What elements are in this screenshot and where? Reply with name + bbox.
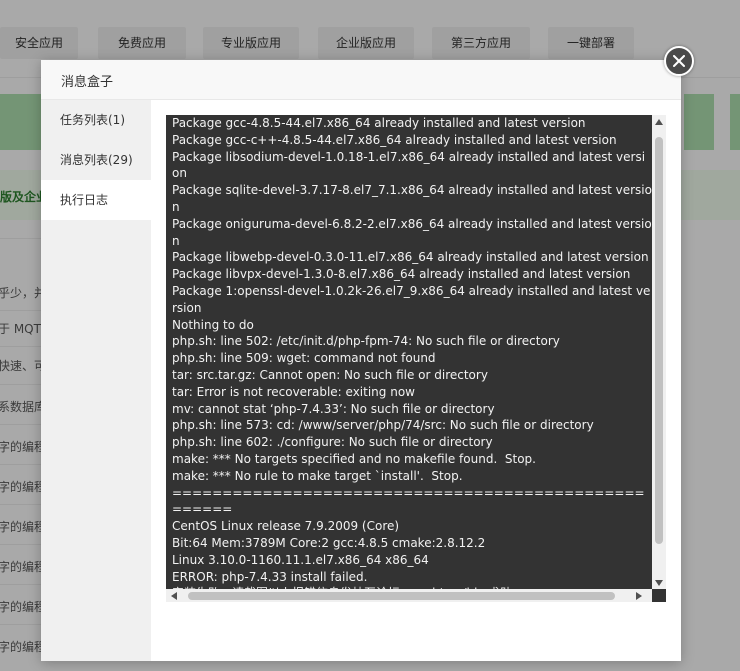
arrow-right-icon[interactable] — [636, 592, 642, 600]
arrow-down-icon[interactable] — [655, 580, 663, 586]
log-line: Package gcc-4.8.5-44.el7.x86_64 already … — [172, 116, 586, 130]
arrow-up-icon[interactable] — [655, 119, 663, 125]
log-line: php.sh: line 602: ./configure: No such f… — [172, 435, 493, 450]
log-line: Package sqlite-devel-3.7.17-8.el7_7.1.x8… — [172, 183, 652, 214]
log-line: tar: Error is not recoverable: exiting n… — [172, 384, 415, 399]
dialog-sidebar: 任务列表(1) 消息列表(29) 执行日志 — [41, 100, 151, 661]
log-line: tar: src.tar.gz: Cannot open: No such fi… — [172, 367, 488, 382]
log-line: make: *** No rule to make target `instal… — [172, 468, 463, 483]
log-line: Package libwebp-devel-0.3.0-11.el7.x86_6… — [172, 250, 649, 265]
log-line: Package libvpx-devel-1.3.0-8.el7.x86_64 … — [172, 267, 631, 282]
log-line: php.sh: line 509: wget: command not foun… — [172, 351, 436, 366]
close-icon — [673, 55, 685, 67]
horizontal-scroll-thumb[interactable] — [188, 592, 615, 600]
log-line: Linux 3.10.0-1160.11.1.el7.x86_64 x86_64 — [172, 552, 429, 567]
sidebar-item-message-list[interactable]: 消息列表(29) — [41, 140, 151, 180]
log-line: mv: cannot stat ‘php-7.4.33’: No such fi… — [172, 401, 495, 416]
close-button[interactable] — [664, 46, 694, 76]
log-output: Package gcc-4.8.5-44.el7.x86_64 already … — [172, 115, 652, 597]
log-line: Nothing to do — [172, 317, 254, 332]
log-line: Bit:64 Mem:3789M Core:2 gcc:4.8.5 cmake:… — [172, 535, 486, 550]
log-line: Package gcc-c++-4.8.5-44.el7.x86_64 alre… — [172, 132, 617, 147]
vertical-scrollbar[interactable] — [652, 115, 666, 589]
horizontal-scrollbar[interactable] — [166, 589, 652, 602]
arrow-left-icon[interactable] — [171, 592, 177, 600]
log-line: Package oniguruma-devel-6.8.2-2.el7.x86_… — [172, 216, 652, 248]
log-line: php.sh: line 573: cd: /www/server/php/74… — [172, 418, 594, 433]
log-line: make: *** No targets specified and no ma… — [172, 451, 536, 466]
log-line: Package libsodium-devel-1.0.18-1.el7.x86… — [172, 149, 646, 181]
log-line: php.sh: line 502: /etc/init.d/php-fpm-74… — [172, 334, 560, 349]
dialog-header: 消息盒子 — [41, 60, 681, 100]
sidebar-item-execution-log[interactable]: 执行日志 — [41, 180, 151, 220]
dialog-title: 消息盒子 — [61, 75, 114, 90]
log-line: CentOS Linux release 7.9.2009 (Core) — [172, 519, 400, 534]
log-line: ERROR: php-7.4.33 install failed. — [172, 569, 368, 584]
vertical-scroll-thumb[interactable] — [655, 137, 663, 544]
sidebar-item-task-list[interactable]: 任务列表(1) — [41, 100, 151, 140]
execution-log-console[interactable]: Package gcc-4.8.5-44.el7.x86_64 already … — [166, 115, 666, 602]
log-line: Package 1:openssl-devel-1.0.2k-26.el7_9.… — [172, 283, 651, 315]
message-box-dialog: 消息盒子 任务列表(1) 消息列表(29) 执行日志 Package gcc-4… — [41, 60, 681, 661]
log-line: ========================================… — [172, 485, 645, 517]
